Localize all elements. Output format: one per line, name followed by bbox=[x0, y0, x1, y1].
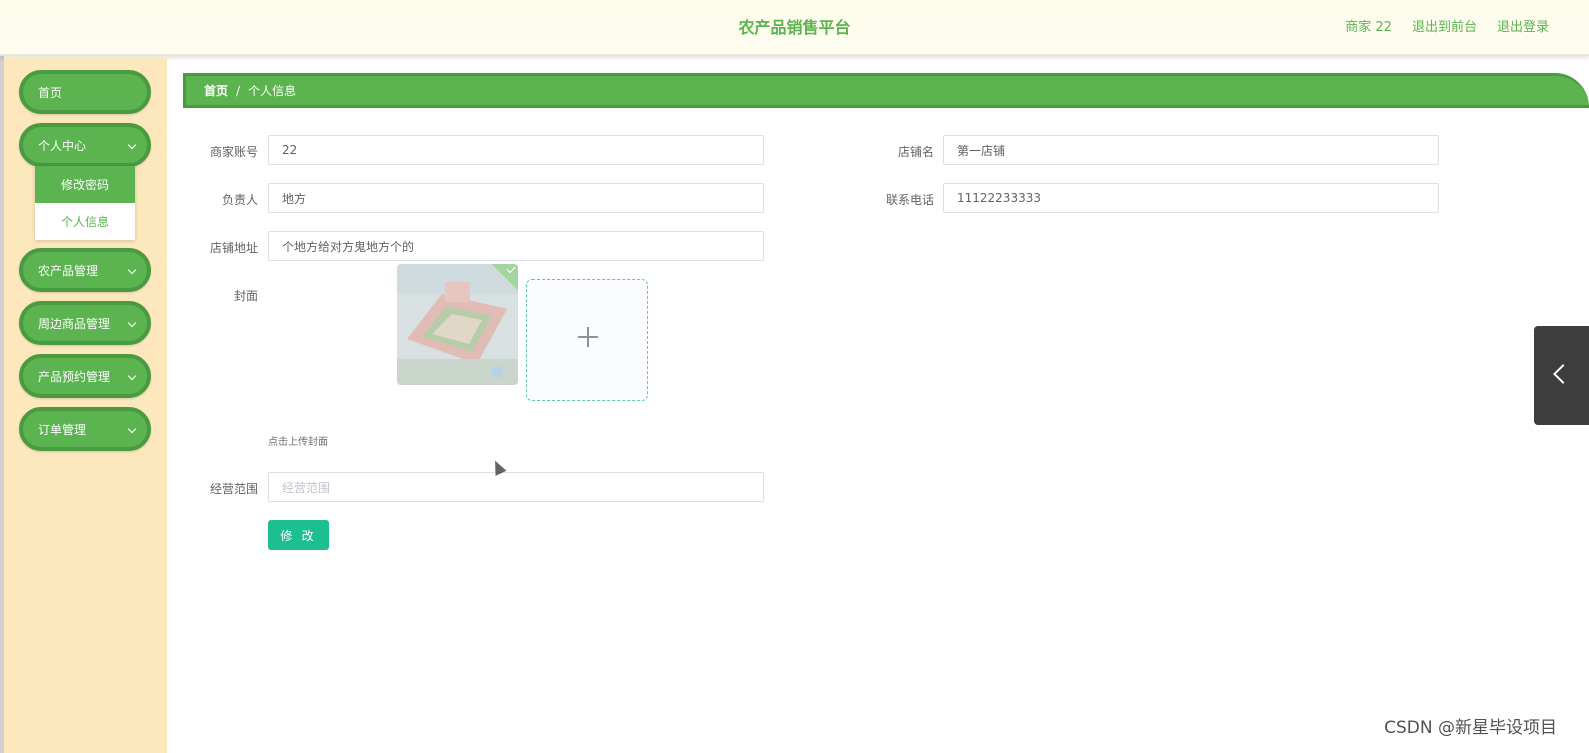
sidebar-item-orders[interactable]: 订单管理 bbox=[19, 407, 151, 451]
cover-upload-hint: 点击上传封面 bbox=[268, 437, 328, 448]
manager-label: 负责人 bbox=[221, 193, 258, 207]
sidebar-item-produce-management[interactable]: 农产品管理 bbox=[19, 248, 151, 292]
top-header: 农产品销售平台 商家 22 退出到前台 退出登录 bbox=[0, 0, 1589, 56]
sidebar-item-label: 农产品管理 bbox=[38, 263, 99, 278]
header-links: 商家 22 退出到前台 退出登录 bbox=[1345, 16, 1549, 35]
personal-center-submenu: 修改密码 个人信息 bbox=[35, 166, 135, 240]
sidebar-item-reservations[interactable]: 产品预约管理 bbox=[19, 354, 151, 398]
logout-link[interactable]: 退出登录 bbox=[1497, 16, 1549, 35]
chevron-down-icon bbox=[127, 140, 137, 150]
breadcrumb-current: 个人信息 bbox=[248, 84, 297, 98]
chevron-left-icon bbox=[1553, 364, 1573, 384]
chevron-down-icon bbox=[127, 318, 137, 328]
shop-name-input[interactable]: 第一店铺 bbox=[943, 135, 1439, 165]
cover-upload-button[interactable] bbox=[526, 279, 648, 401]
breadcrumb-separator: / bbox=[236, 83, 241, 98]
cover-image-thumbnail[interactable] bbox=[397, 264, 518, 385]
cover-label: 封面 bbox=[233, 289, 258, 303]
merchant-account-label: 商家账号 bbox=[209, 145, 258, 159]
sidebar-item-label: 周边商品管理 bbox=[38, 316, 111, 331]
shop-name-label: 店铺名 bbox=[897, 145, 934, 159]
address-input[interactable]: 个地方给对方鬼地方个的 bbox=[268, 231, 764, 261]
back-to-frontend-link[interactable]: 退出到前台 bbox=[1412, 16, 1477, 35]
campus-building-image bbox=[397, 264, 518, 385]
sidebar: 首页 个人中心 修改密码 个人信息 农产品管理 周边商品管理 产品预约管理 订单… bbox=[4, 58, 167, 753]
watermark: CSDN @新星毕设项目 bbox=[1384, 718, 1557, 738]
sidebar-item-label: 个人中心 bbox=[38, 138, 87, 153]
sidebar-item-personal-center[interactable]: 个人中心 bbox=[19, 123, 151, 167]
sidebar-item-peripheral-goods[interactable]: 周边商品管理 bbox=[19, 301, 151, 345]
manager-input[interactable]: 地方 bbox=[268, 183, 764, 213]
chevron-down-icon bbox=[127, 265, 137, 275]
plus-icon-vertical bbox=[587, 327, 589, 347]
business-scope-input[interactable]: 经营范围 bbox=[268, 472, 764, 502]
sidebar-item-label: 产品预约管理 bbox=[38, 369, 111, 384]
business-scope-label: 经营范围 bbox=[209, 482, 258, 496]
user-label[interactable]: 商家 22 bbox=[1345, 16, 1392, 35]
sidebar-item-home[interactable]: 首页 bbox=[19, 70, 151, 114]
submenu-item-change-password[interactable]: 修改密码 bbox=[35, 166, 135, 203]
sidebar-item-label: 订单管理 bbox=[38, 422, 87, 437]
submenu-item-personal-info[interactable]: 个人信息 bbox=[35, 203, 135, 240]
chevron-down-icon bbox=[127, 371, 137, 381]
breadcrumb-home[interactable]: 首页 bbox=[204, 82, 228, 99]
side-panel-toggle[interactable] bbox=[1534, 326, 1589, 425]
modify-button[interactable]: 修 改 bbox=[268, 520, 329, 550]
breadcrumb: 首页 / 个人信息 bbox=[183, 73, 1589, 108]
phone-input[interactable]: 11122233333 bbox=[943, 183, 1439, 213]
address-label: 店铺地址 bbox=[209, 241, 258, 255]
phone-label: 联系电话 bbox=[885, 193, 934, 207]
chevron-down-icon bbox=[127, 424, 137, 434]
merchant-account-input[interactable]: 22 bbox=[268, 135, 764, 165]
sidebar-item-label: 首页 bbox=[38, 85, 63, 100]
